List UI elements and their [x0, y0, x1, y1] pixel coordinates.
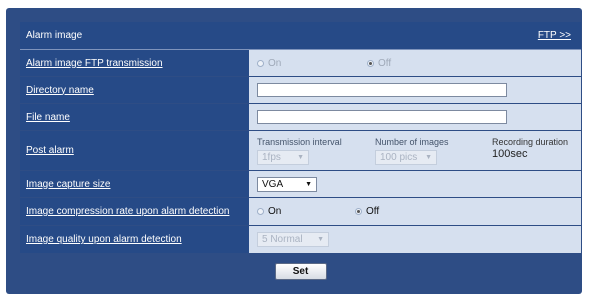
compression-on-radio[interactable]: On — [257, 206, 355, 217]
quality-select[interactable]: 5 Normal ▼ — [257, 232, 329, 247]
directory-name-input[interactable] — [257, 83, 507, 97]
row-quality: Image quality upon alarm detection 5 Nor… — [20, 226, 581, 254]
file-name-input[interactable] — [257, 110, 507, 124]
set-button[interactable]: Set — [274, 262, 327, 280]
compression-label[interactable]: Image compression rate upon alarm detect… — [20, 198, 249, 225]
ftp-off-radio[interactable]: Off — [367, 58, 391, 69]
transmission-interval-select[interactable]: 1fps ▼ — [257, 149, 309, 165]
quality-label[interactable]: Image quality upon alarm detection — [20, 226, 249, 253]
ftp-link[interactable]: FTP >> — [538, 30, 571, 41]
row-post-alarm: Post alarm Transmission interval 1fps ▼ … — [20, 131, 581, 171]
capture-size-select[interactable]: VGA ▼ — [257, 176, 317, 192]
chevron-down-icon: ▼ — [305, 180, 312, 188]
chevron-down-icon: ▼ — [297, 153, 304, 161]
row-ftp-transmission: Alarm image FTP transmission On Off — [20, 50, 581, 77]
recording-duration-title: Recording duration — [492, 136, 569, 147]
radio-dot-icon — [355, 208, 362, 215]
settings-panel: Alarm image FTP >> Alarm image FTP trans… — [6, 8, 582, 294]
post-alarm-label[interactable]: Post alarm — [20, 131, 249, 170]
radio-dot-icon — [367, 59, 374, 67]
row-capture-size: Image capture size VGA ▼ — [20, 171, 581, 198]
ftp-on-radio[interactable]: On — [257, 58, 367, 69]
chevron-down-icon: ▼ — [425, 153, 432, 161]
recording-duration-value: 100sec — [492, 147, 528, 160]
number-of-images-title: Number of images — [375, 136, 449, 147]
compression-off-radio[interactable]: Off — [355, 206, 379, 217]
transmission-interval-title: Transmission interval — [257, 136, 342, 147]
number-of-images-select[interactable]: 100 pics ▼ — [375, 149, 437, 165]
row-directory-name: Directory name — [20, 77, 581, 104]
radio-dot-icon — [257, 208, 264, 215]
file-name-label[interactable]: File name — [20, 104, 249, 130]
row-compression: Image compression rate upon alarm detect… — [20, 198, 581, 226]
chevron-down-icon: ▼ — [317, 236, 324, 243]
capture-size-label[interactable]: Image capture size — [20, 171, 249, 197]
section-header: Alarm image FTP >> — [20, 22, 581, 50]
alarm-image-table: Alarm image FTP >> Alarm image FTP trans… — [20, 22, 581, 288]
directory-name-label[interactable]: Directory name — [20, 77, 249, 103]
section-title: Alarm image — [26, 30, 83, 41]
ftp-transmission-label[interactable]: Alarm image FTP transmission — [20, 50, 249, 76]
radio-dot-icon — [257, 59, 264, 67]
footer: Set — [20, 254, 581, 288]
row-file-name: File name — [20, 104, 581, 131]
